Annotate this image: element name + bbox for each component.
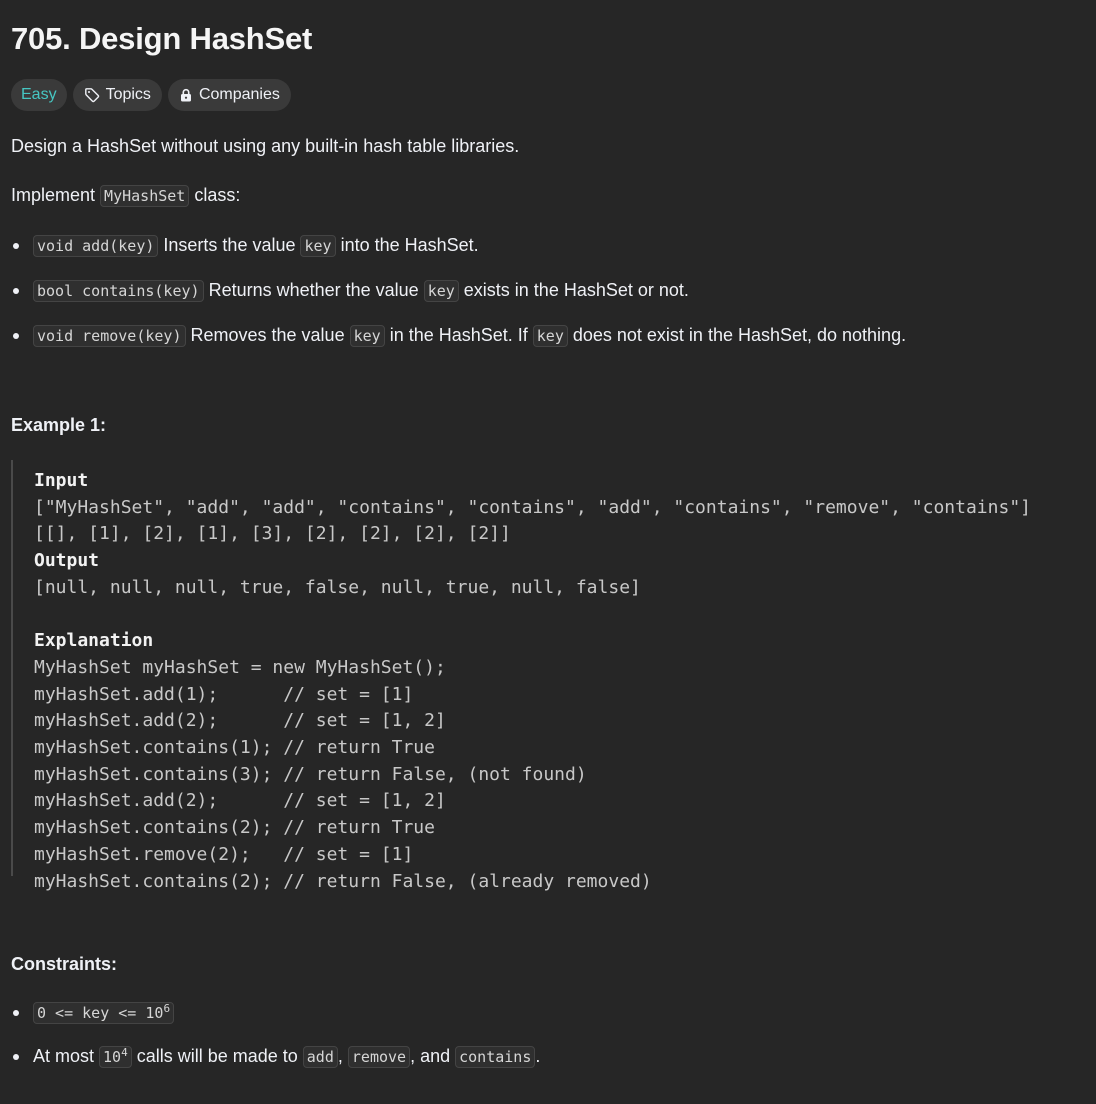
explanation-line: myHashSet.add(2); // set = [1, 2]	[34, 790, 446, 812]
example-heading: Example 1:	[11, 415, 107, 435]
input-label: Input	[34, 470, 89, 491]
inline-code: key	[532, 325, 568, 347]
constraint-text: ,	[337, 1046, 348, 1066]
explanation-line: myHashSet.remove(2); // set = [1]	[34, 843, 414, 865]
output-label: Output	[34, 550, 100, 572]
method-signature: void remove(key)	[33, 325, 186, 347]
difficulty-badge: Easy	[11, 79, 67, 111]
output-line: [null, null, null, true, false, null, tr…	[34, 576, 641, 598]
constraint-text: , and	[410, 1046, 456, 1066]
exponent: 6	[163, 1002, 171, 1015]
tag-icon	[84, 87, 100, 103]
explanation-line: myHashSet.add(1); // set = [1]	[34, 683, 414, 705]
explanation-label: Explanation	[34, 630, 154, 652]
method-text: Returns whether the value	[203, 280, 424, 300]
method-list: void add(key) Inserts the value key into…	[11, 233, 1085, 348]
problem-description: 705. Design HashSet Easy Topics Companie…	[0, 0, 1096, 1069]
method-signature: bool contains(key)	[33, 280, 204, 302]
method-text: into the HashSet.	[335, 235, 479, 255]
problem-tags: Easy Topics Companies	[11, 79, 1085, 111]
constraint-code: 0 <= key <= 106	[33, 1002, 175, 1024]
constraint-text: .	[535, 1046, 541, 1066]
lock-icon	[179, 88, 193, 102]
companies-button[interactable]: Companies	[167, 79, 291, 111]
constraints-list: 0 <= key <= 106 At most 104 calls will b…	[11, 1000, 1085, 1069]
explanation-line: myHashSet.contains(1); // return True	[34, 737, 435, 759]
explanation-line: myHashSet.contains(2); // return True	[34, 817, 435, 839]
list-item: At most 104 calls will be made to add, r…	[11, 1044, 1085, 1069]
topics-label: Topics	[105, 86, 151, 103]
method-text: exists in the HashSet or not.	[458, 280, 689, 300]
explanation-line: myHashSet.contains(3); // return False, …	[34, 763, 587, 785]
list-item: void add(key) Inserts the value key into…	[11, 233, 1085, 258]
example-block: Input ["MyHashSet", "add", "add", "conta…	[11, 460, 1085, 892]
constraints-heading: Constraints:	[11, 954, 118, 974]
list-item: 0 <= key <= 106	[11, 1000, 1085, 1025]
inline-code: add	[302, 1046, 338, 1068]
method-text: in the HashSet. If	[384, 325, 533, 345]
class-name-code: MyHashSet	[100, 185, 190, 207]
inline-code: contains	[455, 1046, 536, 1068]
problem-statement: Design a HashSet without using any built…	[11, 136, 520, 156]
problem-title[interactable]: 705. Design HashSet	[11, 0, 1085, 64]
inline-code: remove	[347, 1046, 411, 1068]
method-text: Removes the value	[185, 325, 350, 345]
method-signature: void add(key)	[33, 235, 159, 257]
topics-button[interactable]: Topics	[72, 79, 162, 111]
constraint-text: calls will be made to	[131, 1046, 303, 1066]
constraint-code-text: 10	[103, 1048, 122, 1066]
companies-label: Companies	[198, 86, 280, 103]
constraint-code-text: 0 <= key <= 10	[37, 1004, 164, 1022]
explanation-line: myHashSet.contains(2); // return False, …	[34, 870, 652, 892]
inline-code: key	[300, 235, 336, 257]
list-item: void remove(key) Removes the value key i…	[11, 323, 1085, 348]
list-item: bool contains(key) Returns whether the v…	[11, 278, 1085, 303]
explanation-line: myHashSet.add(2); // set = [1, 2]	[34, 710, 446, 732]
inline-code: key	[349, 325, 385, 347]
explanation-line: MyHashSet myHashSet = new MyHashSet();	[34, 656, 446, 678]
implement-prefix: Implement	[11, 185, 101, 205]
input-line: [[], [1], [2], [1], [3], [2], [2], [2], …	[34, 523, 511, 545]
implement-suffix: class:	[189, 185, 241, 205]
method-text: Inserts the value	[158, 235, 301, 255]
implement-line: Implement MyHashSet class:	[11, 183, 1085, 208]
input-line: ["MyHashSet", "add", "add", "contains", …	[34, 496, 1031, 518]
method-text: does not exist in the HashSet, do nothin…	[567, 325, 907, 345]
constraint-text: At most	[33, 1046, 100, 1066]
exponent: 4	[121, 1046, 128, 1059]
inline-code: key	[423, 280, 459, 302]
constraint-code: 104	[99, 1046, 132, 1068]
